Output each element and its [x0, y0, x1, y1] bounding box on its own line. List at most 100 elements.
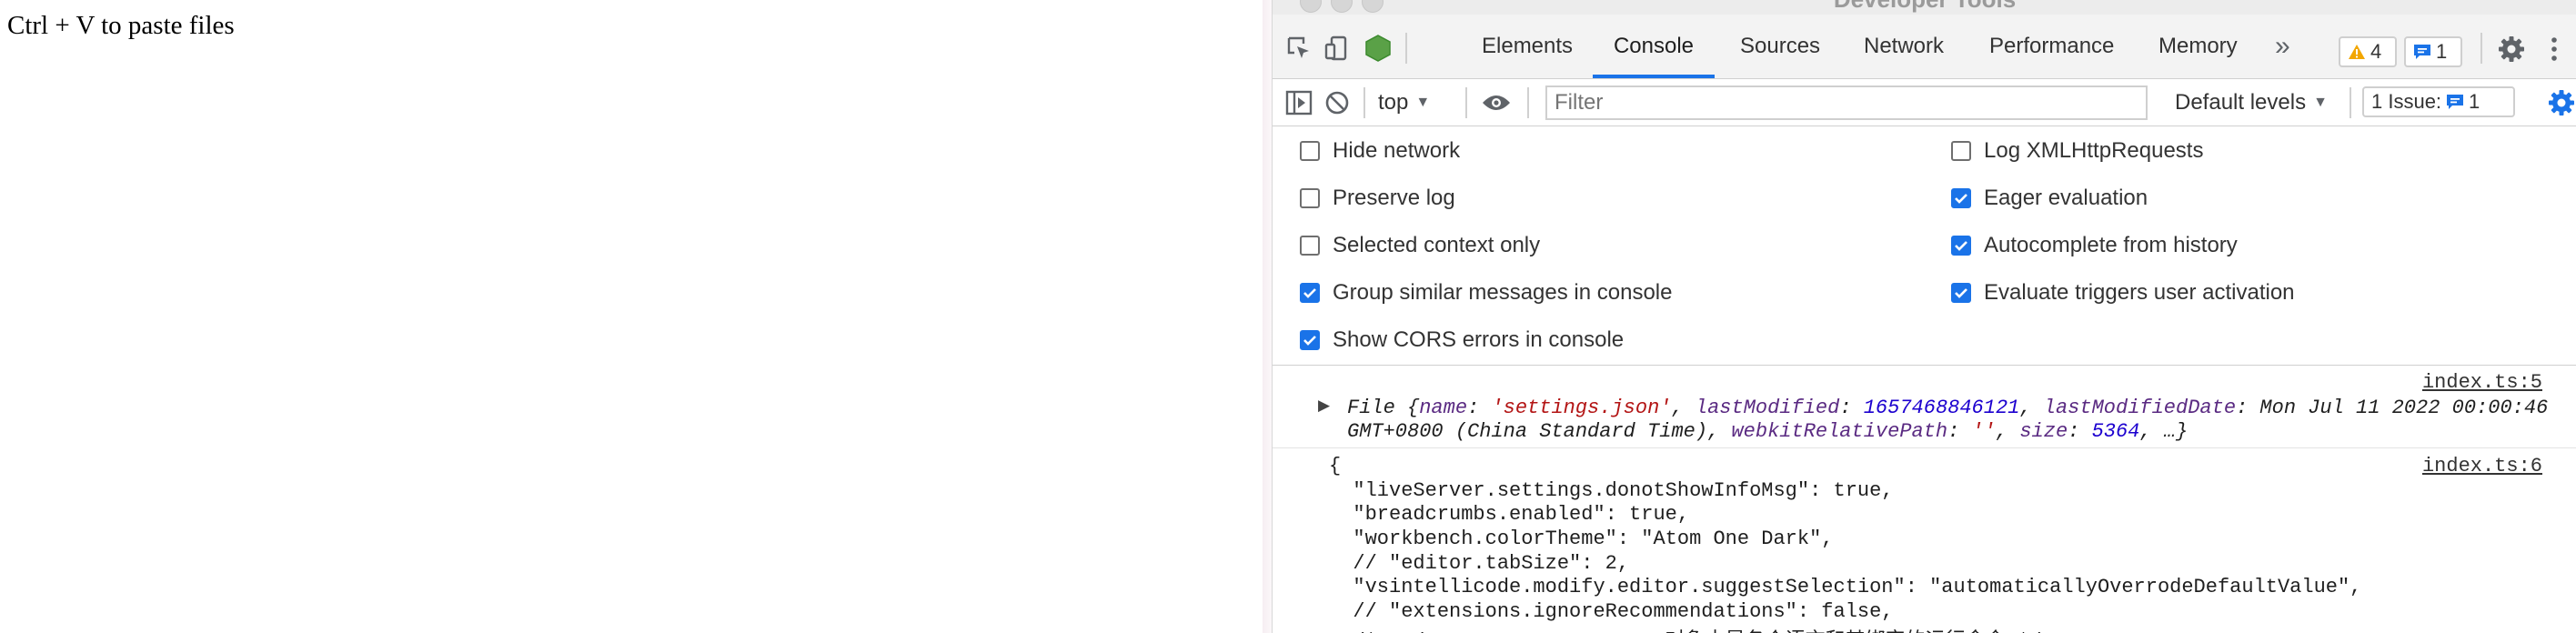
- json-line: // "extensions.ignoreRecommendations": f…: [1329, 600, 1894, 623]
- checkmark-icon: [1955, 194, 1967, 204]
- console-settings-gear-icon[interactable]: [2546, 87, 2576, 118]
- tab-elements[interactable]: Elements: [1478, 15, 1576, 78]
- context-selector-label: top: [1378, 89, 1409, 115]
- tab-console-label: Console: [1613, 34, 1695, 58]
- toolbar-separator: [2350, 87, 2351, 118]
- log-levels-label: Default levels: [2175, 89, 2307, 115]
- tab-memory[interactable]: Memory: [2155, 15, 2241, 78]
- source-link[interactable]: index.ts:5: [2422, 371, 2542, 394]
- file-object-preview-line2[interactable]: GMT+0800 (China Standard Time), webkitRe…: [1347, 420, 2188, 443]
- checkmark-icon: [1955, 288, 1967, 298]
- devtools-main-toolbar: Elements Console Sources Network Perform…: [1273, 15, 2576, 79]
- setting-eval-triggers-label: Evaluate triggers user activation: [1984, 280, 2295, 305]
- tab-sources[interactable]: Sources: [1736, 15, 1824, 78]
- filter-input[interactable]: [1545, 85, 2148, 120]
- setting-preserve-log[interactable]: Preserve log: [1300, 180, 1455, 216]
- checkbox-log-xhr[interactable]: [1951, 141, 1971, 161]
- json-line: "vsintellicode.modify.editor.suggestSele…: [1329, 576, 2362, 598]
- tab-console[interactable]: Console: [1593, 15, 1715, 78]
- object-prefix: File {: [1347, 397, 1420, 419]
- json-line: "liveServer.settings.donotShowInfoMsg": …: [1329, 479, 1894, 502]
- log-levels-dropdown[interactable]: Default levels ▼: [2175, 79, 2328, 126]
- inspect-element-icon[interactable]: [1283, 33, 1314, 64]
- toolbar-separator: [2480, 33, 2482, 64]
- caret-down-icon: ▼: [1415, 94, 1431, 110]
- setting-group-similar-label: Group similar messages in console: [1333, 280, 1673, 305]
- setting-log-xhr[interactable]: Log XMLHttpRequests: [1951, 133, 2203, 169]
- setting-cors-errors[interactable]: Show CORS errors in console: [1300, 322, 1624, 358]
- setting-selected-context-label: Selected context only: [1333, 233, 1541, 257]
- setting-autocomplete[interactable]: Autocomplete from history: [1951, 227, 2238, 264]
- prop-key: size: [2019, 420, 2068, 443]
- warnings-counter[interactable]: 4: [2339, 36, 2397, 67]
- setting-eval-triggers[interactable]: Evaluate triggers user activation: [1951, 275, 2295, 311]
- setting-group-similar[interactable]: Group similar messages in console: [1300, 275, 1673, 311]
- prop-key: webkitRelativePath: [1731, 420, 1948, 443]
- prop-value: 'settings.json': [1491, 397, 1672, 419]
- page-content: Ctrl + V to paste files: [0, 0, 1263, 633]
- prop-value: 1657468846121: [1863, 397, 2020, 419]
- checkbox-group-similar[interactable]: [1300, 283, 1320, 303]
- checkbox-eager-evaluation[interactable]: [1951, 188, 1971, 208]
- tab-network[interactable]: Network: [1860, 15, 1947, 78]
- context-selector[interactable]: top ▼: [1378, 79, 1430, 126]
- show-sidebar-icon[interactable]: [1283, 87, 1314, 118]
- source-link[interactable]: index.ts:6: [2422, 455, 2542, 477]
- more-options-icon[interactable]: [2546, 33, 2562, 65]
- message-icon: [2447, 95, 2464, 109]
- json-line: "workbench.colorTheme": "Atom One Dark",: [1329, 528, 1834, 550]
- tab-sources-label: Sources: [1740, 34, 1821, 58]
- toolbar-separator: [1527, 87, 1529, 118]
- json-line: // "editor.tabSize": 2,: [1329, 552, 1630, 575]
- checkbox-hide-network[interactable]: [1300, 141, 1320, 161]
- checkmark-icon: [1955, 241, 1967, 251]
- console-output: index.ts:5 ▶ File {name: 'settings.json'…: [1273, 366, 2576, 633]
- prop-key: lastModifiedDate: [2043, 397, 2237, 419]
- settings-gear-icon[interactable]: [2495, 33, 2528, 65]
- warning-count: 4: [2370, 40, 2382, 63]
- setting-selected-context[interactable]: Selected context only: [1300, 227, 1540, 264]
- tab-elements-label: Elements: [1482, 34, 1574, 58]
- more-tabs-button[interactable]: »: [2271, 15, 2294, 78]
- setting-eager-evaluation-label: Eager evaluation: [1984, 186, 2148, 210]
- paste-instruction: Ctrl + V to paste files: [7, 11, 235, 40]
- setting-log-xhr-label: Log XMLHttpRequests: [1984, 138, 2204, 163]
- json-line: /* code-runner.executorMap对象中是各个语言和其绑定的运…: [1329, 624, 2041, 633]
- expand-triangle-icon[interactable]: ▶: [1318, 397, 1330, 416]
- checkmark-icon: [1303, 336, 1316, 346]
- checkmark-icon: [1303, 288, 1316, 298]
- checkbox-autocomplete[interactable]: [1951, 236, 1971, 256]
- devtools-titlebar: Developer Tools: [1273, 0, 2576, 15]
- json-line: {: [1329, 455, 1342, 477]
- checkbox-selected-context[interactable]: [1300, 236, 1320, 256]
- setting-cors-errors-label: Show CORS errors in console: [1333, 327, 1625, 352]
- console-toolbar: top ▼ Default levels ▼ 1 Issue: 1: [1273, 79, 2576, 126]
- prop-value: 5364: [2091, 420, 2140, 443]
- live-expression-eye-icon[interactable]: [1478, 87, 1514, 118]
- warning-icon: [2349, 45, 2365, 59]
- clear-console-icon[interactable]: [1322, 87, 1353, 118]
- node-hexagon-icon[interactable]: [1362, 32, 1394, 65]
- console-message: index.ts:6 { "liveServer.settings.donotS…: [1273, 448, 2576, 633]
- window-title: Developer Tools: [1273, 0, 2576, 14]
- file-object-preview[interactable]: File {name: 'settings.json', lastModifie…: [1347, 397, 2548, 419]
- messages-counter[interactable]: 1: [2404, 36, 2462, 67]
- setting-eager-evaluation[interactable]: Eager evaluation: [1951, 180, 2148, 216]
- issues-label: 1 Issue:: [2371, 90, 2442, 113]
- json-line: "breadcrumbs.enabled": true,: [1329, 503, 1690, 526]
- active-tab-indicator: [1593, 75, 1715, 78]
- toolbar-separator: [1405, 33, 1407, 64]
- console-message: index.ts:5 ▶ File {name: 'settings.json'…: [1273, 366, 2576, 448]
- tab-performance[interactable]: Performance: [1986, 15, 2118, 78]
- panel-divider: [1263, 0, 1272, 633]
- setting-hide-network[interactable]: Hide network: [1300, 133, 1460, 169]
- setting-hide-network-label: Hide network: [1333, 138, 1461, 163]
- checkbox-preserve-log[interactable]: [1300, 188, 1320, 208]
- prop-value: GMT+0800 (China Standard Time): [1347, 420, 1708, 443]
- issues-counter[interactable]: 1 Issue: 1: [2362, 86, 2515, 117]
- checkbox-eval-triggers[interactable]: [1951, 283, 1971, 303]
- prop-value: Mon Jul 11 2022 00:00:46: [2259, 397, 2549, 419]
- device-toolbar-icon[interactable]: [1322, 33, 1353, 64]
- checkbox-cors-errors[interactable]: [1300, 330, 1320, 350]
- setting-preserve-log-label: Preserve log: [1333, 186, 1455, 210]
